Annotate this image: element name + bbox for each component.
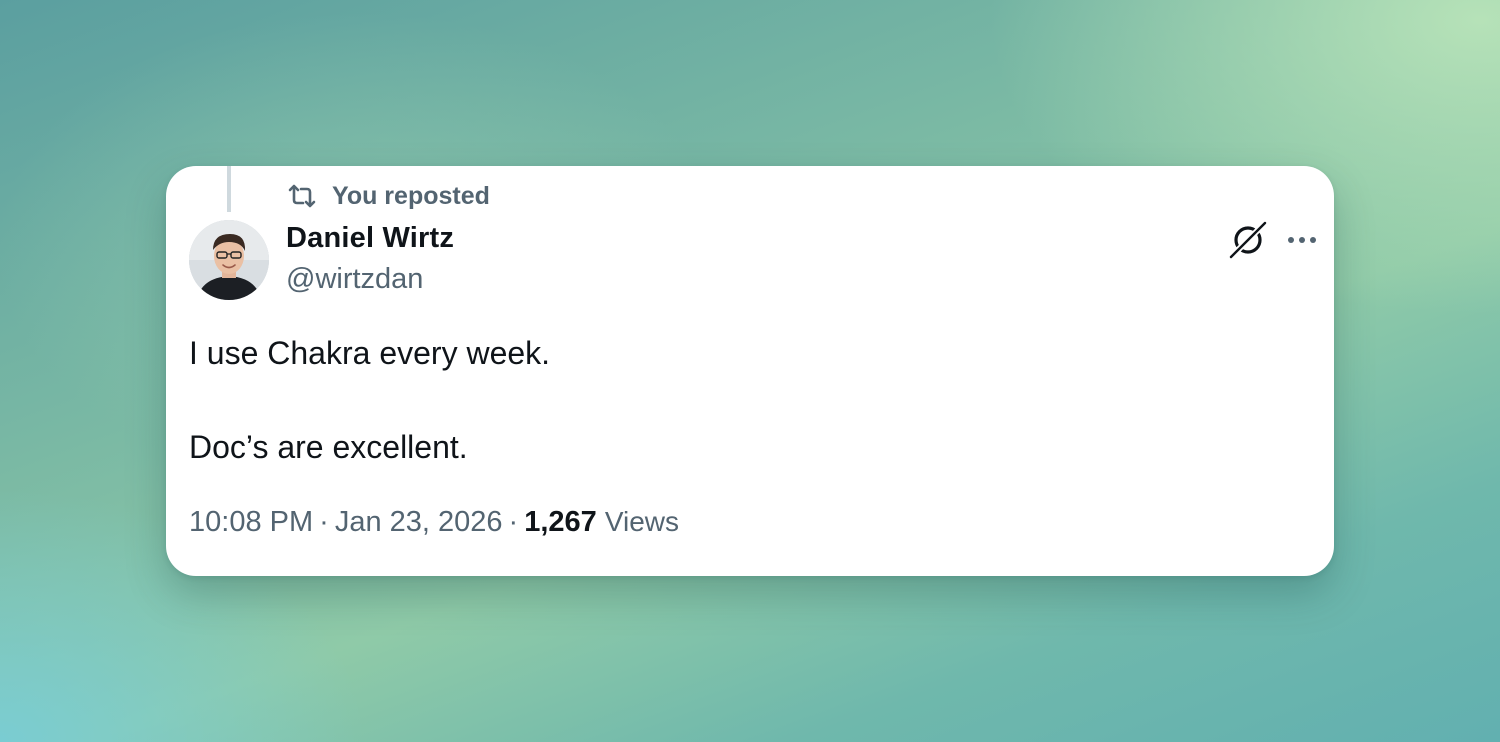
thread-line	[227, 166, 231, 212]
line-break	[189, 377, 1289, 424]
grok-icon[interactable]	[1226, 218, 1270, 262]
views-label[interactable]: Views	[605, 506, 679, 537]
meta-separator: ·	[319, 506, 329, 538]
author-handle[interactable]: @wirtzdan	[286, 263, 423, 296]
author-name[interactable]: Daniel Wirtz	[286, 222, 454, 255]
meta-separator: ·	[508, 506, 519, 538]
tweet-text: I use Chakra every week. Doc’s are excel…	[189, 330, 1289, 471]
repost-label: You reposted	[332, 181, 490, 210]
repost-icon	[288, 184, 316, 208]
tweet-date[interactable]: Jan 23, 2026	[335, 506, 503, 538]
tweet-text-line-2: Doc’s are excellent.	[189, 429, 468, 465]
tweet-time[interactable]: 10:08 PM	[189, 506, 313, 538]
tweet-card[interactable]: You reposted Daniel Wirtz @wirtzdan I us…	[166, 166, 1334, 576]
views-count[interactable]: 1,267	[524, 506, 597, 538]
avatar[interactable]	[189, 220, 269, 300]
tweet-meta: 10:08 PM · Jan 23, 2026 · 1,267 Views	[189, 506, 679, 539]
tweet-text-line-1: I use Chakra every week.	[189, 335, 551, 371]
more-icon[interactable]	[1284, 222, 1320, 258]
repost-indicator: You reposted	[286, 180, 490, 212]
